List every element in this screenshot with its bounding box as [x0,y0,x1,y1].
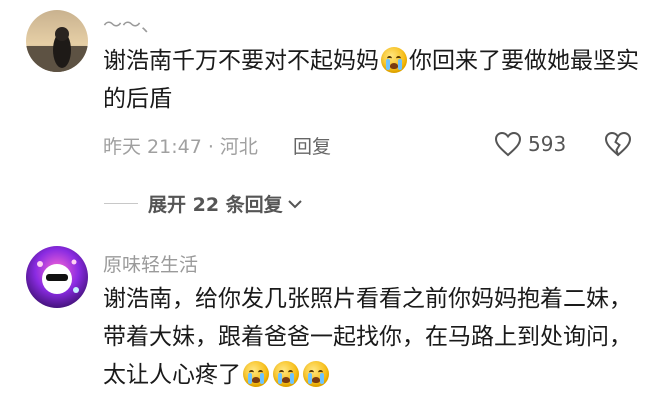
crying-emoji-icon [243,361,269,387]
comment-text: 谢浩南千万不要对不起妈妈 你回来了要做她最坚实的后盾 [103,42,643,118]
avatar[interactable] [26,246,88,308]
like-button[interactable]: 593 [494,131,566,157]
divider-line [104,203,138,204]
comment-text-body: 谢浩南，给你发几张照片看看之前你妈妈抱着二妹，带着大妹，跟着爸爸一起找你，在马路… [103,286,632,388]
dislike-button[interactable] [604,131,632,161]
comment-2: 原味轻生活 谢浩南，给你发几张照片看看之前你妈妈抱着二妹，带着大妹，跟着爸爸一起… [0,230,660,400]
avatar[interactable] [26,10,88,72]
avatar-image [26,246,88,308]
username[interactable]: ～～、 [103,10,160,37]
broken-heart-icon [604,131,632,157]
comment-text: 谢浩南，给你发几张照片看看之前你妈妈抱着二妹，带着大妹，跟着爸爸一起找你，在马路… [103,280,643,394]
expand-replies-button[interactable]: 展开 22 条回复 [104,190,303,217]
crying-emoji-icon [273,361,299,387]
crying-emoji-icon [303,361,329,387]
comment-meta: 昨天 21:47 · 河北 [103,136,258,158]
reply-button[interactable]: 回复 [293,132,331,159]
loudly-crying-emoji-icon [381,47,407,73]
expand-replies-label: 展开 22 条回复 [148,194,283,216]
comment-text-part1: 谢浩南千万不要对不起妈妈 [103,48,379,74]
username[interactable]: 原味轻生活 [103,250,198,277]
avatar-image [26,10,88,72]
like-count: 593 [528,132,567,156]
comment-1: ～～、 谢浩南千万不要对不起妈妈 你回来了要做她最坚实的后盾 昨天 21:47 ·… [0,0,660,220]
heart-outline-icon [494,131,522,157]
chevron-down-icon [287,199,302,208]
